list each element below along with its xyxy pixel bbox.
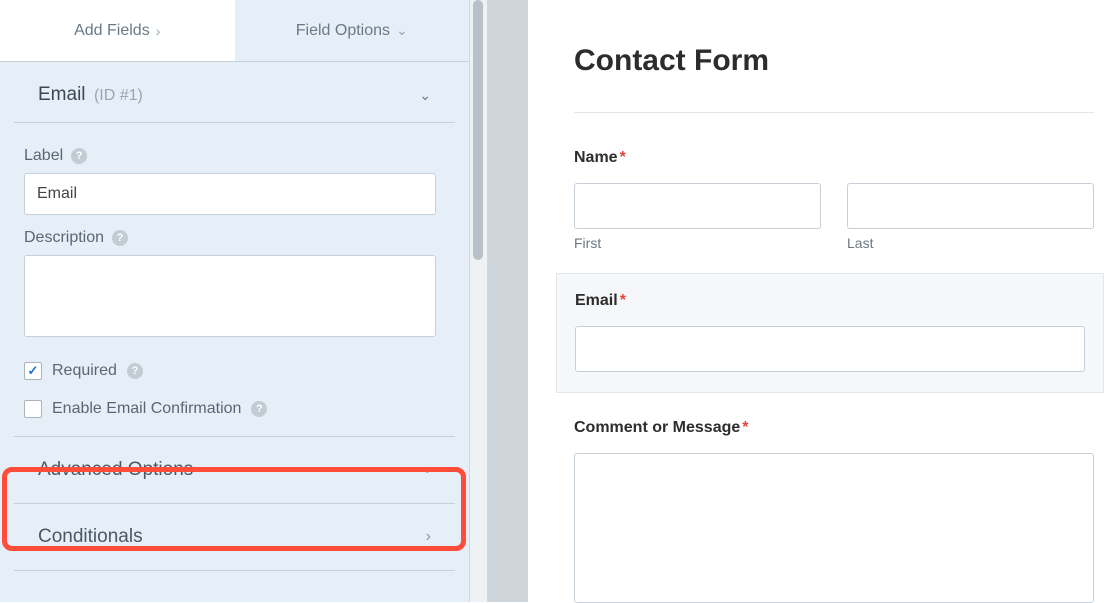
tab-field-options-label: Field Options [296,22,390,40]
label-label: Label [24,147,63,165]
checkbox-enable-confirm[interactable] [24,400,42,418]
enable-confirm-row[interactable]: Enable Email Confirmation ? [24,400,445,418]
sidebar-tabs: Add Fields › Field Options ⌄ [0,0,469,62]
help-icon[interactable]: ? [71,148,87,164]
tab-field-options[interactable]: Field Options ⌄ [235,0,470,61]
label-comment: Comment or Message [574,419,740,436]
sublabel-last: Last [847,235,1094,251]
conditionals-row[interactable]: Conditionals › [14,503,455,571]
email-field-block[interactable]: Email* [556,273,1104,393]
sidebar-scrollbar[interactable] [470,0,488,602]
label-advanced: Advanced Options [38,459,193,481]
label-email: Email [575,292,618,309]
form-preview: Contact Form Name* First Last Email* Com… [528,0,1116,602]
help-icon[interactable]: ? [251,401,267,417]
label-required: Required [52,362,117,380]
help-icon[interactable]: ? [127,363,143,379]
help-icon[interactable]: ? [112,230,128,246]
label-description: Description [24,229,104,247]
chevron-right-icon: › [426,461,431,479]
sublabel-first: First [574,235,821,251]
required-asterisk: * [620,149,626,166]
field-name: Email [38,84,86,105]
gutter [488,0,528,602]
last-name-input[interactable] [847,183,1094,229]
email-input[interactable] [575,326,1085,372]
first-name-input[interactable] [574,183,821,229]
chevron-right-icon: › [156,23,161,39]
tab-add-fields[interactable]: Add Fields › [0,0,235,61]
tab-add-fields-label: Add Fields [74,22,150,40]
sidebar: Add Fields › Field Options ⌄ Email (ID #… [0,0,470,602]
divider [574,112,1094,113]
label-conditionals: Conditionals [38,526,143,548]
comment-input[interactable] [574,453,1094,603]
required-row[interactable]: Required ? [24,362,445,380]
chevron-right-icon: › [426,528,431,546]
required-asterisk: * [742,419,748,436]
description-input[interactable] [24,255,436,337]
chevron-down-icon: ⌄ [419,87,431,104]
field-header[interactable]: Email (ID #1) ⌄ [14,62,455,123]
advanced-options-row[interactable]: Advanced Options › [14,436,455,503]
scrollbar-thumb[interactable] [473,0,483,260]
label-enable-confirm: Enable Email Confirmation [52,400,241,418]
label-input[interactable] [24,173,436,215]
field-id: (ID #1) [94,87,143,104]
field-options-panel: Label ? Description ? Required ? Enabl [0,123,469,436]
form-title: Contact Form [574,44,1094,78]
required-asterisk: * [620,292,626,309]
chevron-down-icon: ⌄ [396,22,408,39]
checkbox-required[interactable] [24,362,42,380]
label-name: Name [574,149,618,166]
